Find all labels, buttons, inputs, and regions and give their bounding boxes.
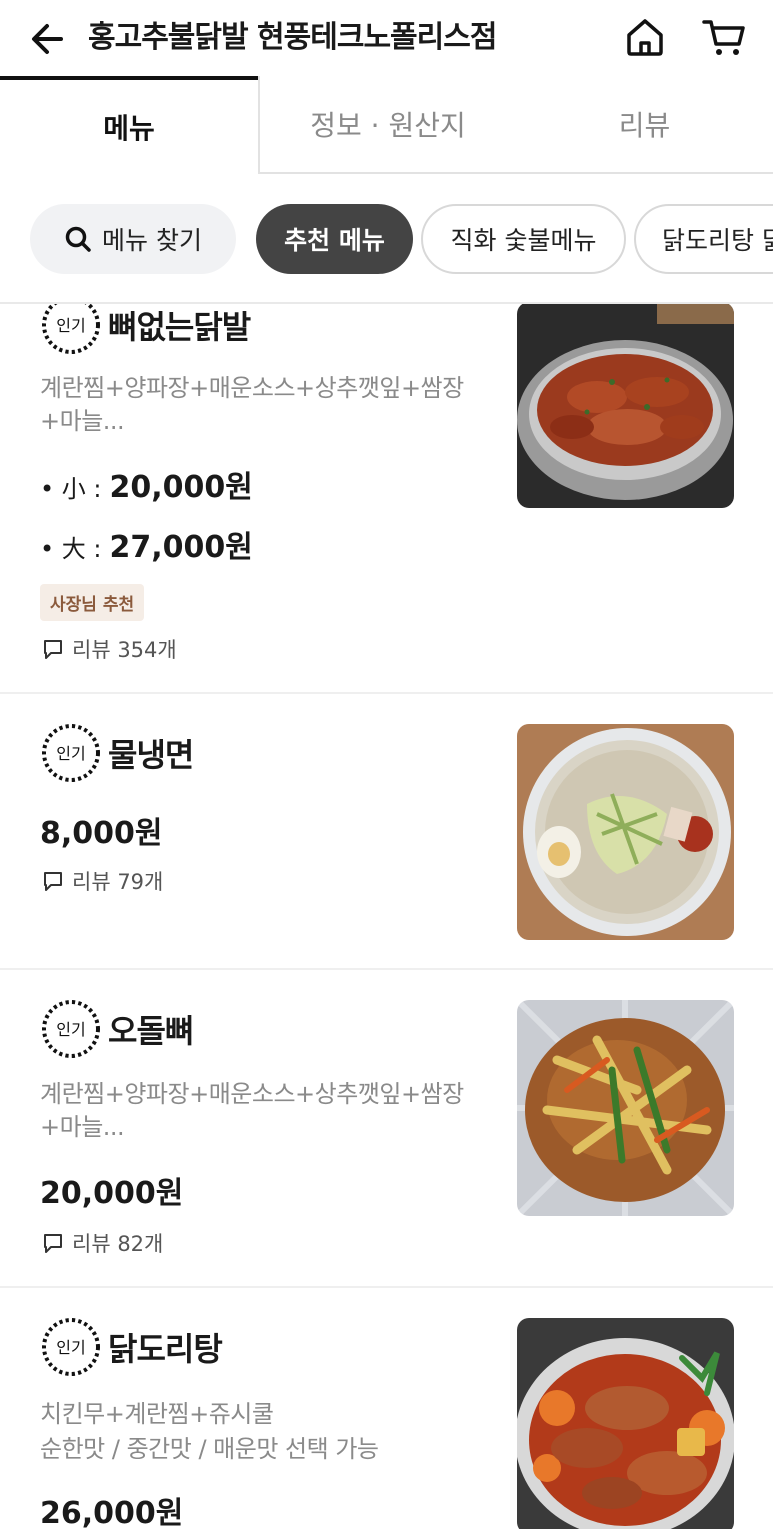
review-count: 리뷰 82개 — [42, 1228, 163, 1258]
item-description-line-1: 치킨무+계란찜+쥬시쿨 — [40, 1400, 274, 1428]
item-name: 물냉면 — [108, 736, 194, 774]
menu-search-label: 메뉴 찾기 — [102, 226, 202, 255]
review-count-label: 리뷰 79개 — [72, 870, 164, 894]
review-count-label: 리뷰 82개 — [72, 1232, 164, 1256]
food-image-naengmyeon — [517, 724, 734, 940]
chip-charcoal-menu[interactable]: 직화 숯불메뉴 — [421, 204, 626, 274]
speech-bubble-icon — [44, 872, 62, 891]
app-header: 홍고추불닭발 현풍테크노폴리스점 — [0, 0, 773, 76]
tab-review[interactable]: 리뷰 — [516, 76, 773, 174]
price-large: • 大 : 27,000원 — [40, 522, 253, 566]
popular-badge-icon: 인기 — [42, 1000, 100, 1058]
price-large-label: • 大 : — [40, 535, 102, 563]
speech-bubble-icon — [44, 1234, 62, 1253]
back-button[interactable] — [28, 18, 70, 60]
svg-text:인기: 인기 — [56, 1020, 85, 1039]
review-count: 리뷰 79개 — [42, 866, 163, 896]
item-name: 닭도리탕 — [108, 1330, 223, 1368]
menu-item-naengmyeon[interactable]: 인기 물냉면 8,000원 리뷰 79개 — [0, 694, 773, 970]
speech-bubble-icon — [44, 640, 62, 659]
food-image-dakdoritang — [517, 1318, 734, 1529]
owner-recommend-badge: 사장님 추천 — [40, 584, 145, 621]
svg-text:인기: 인기 — [56, 316, 85, 335]
svg-text:인기: 인기 — [56, 1338, 85, 1357]
price-small: • 小 : 20,000원 — [40, 462, 253, 506]
item-description: 계란찜+양파장+매운소스+상추깻잎+쌈장+마늘... — [40, 1080, 464, 1141]
store-title: 홍고추불닭발 현풍테크노폴리스점 — [88, 20, 497, 55]
menu-search-button[interactable]: 메뉴 찾기 — [30, 204, 236, 274]
menu-list: 인기 뼈없는닭발 계란찜+양파장+매운소스+상추깻잎+쌈장+마늘... • 小 … — [0, 304, 773, 1529]
item-description-line-2: 순한맛 / 중간맛 / 매운맛 선택 가능 — [40, 1435, 379, 1463]
item-price: 26,000원 — [40, 1496, 184, 1529]
menu-item-odolppyeo[interactable]: 인기 오돌뼈 계란찜+양파장+매운소스+상추깻잎+쌈장+마늘... 20,000… — [0, 970, 773, 1288]
review-count-label: 리뷰 354개 — [72, 638, 177, 662]
store-tabs: 메뉴 정보 · 원산지 리뷰 — [0, 76, 773, 174]
popular-badge-icon: 인기 — [42, 304, 100, 354]
item-name-row: 인기 물냉면 — [40, 722, 194, 784]
category-chips: 메뉴 찾기 추천 메뉴 직화 숯불메뉴 닭도리탕 닭 — [0, 174, 773, 304]
chip-dakdoritang[interactable]: 닭도리탕 닭 — [634, 204, 773, 274]
popular-badge-icon: 인기 — [42, 1318, 100, 1376]
tab-info-origin[interactable]: 정보 · 원산지 — [258, 76, 516, 174]
price-small-value: 20,000원 — [109, 470, 253, 505]
item-name: 뼈없는닭발 — [108, 308, 251, 346]
menu-item-boneless-feet[interactable]: 인기 뼈없는닭발 계란찜+양파장+매운소스+상추깻잎+쌈장+마늘... • 小 … — [0, 304, 773, 694]
cart-icon — [702, 20, 745, 55]
item-name: 오돌뼈 — [108, 1012, 194, 1050]
item-name-row: 인기 닭도리탕 — [40, 1316, 223, 1378]
svg-text:인기: 인기 — [56, 744, 85, 763]
item-name-row: 인기 오돌뼈 — [40, 998, 194, 1060]
price-large-value: 27,000원 — [109, 530, 253, 565]
menu-item-dakdoritang[interactable]: 인기 닭도리탕 치킨무+계란찜+쥬시쿨 순한맛 / 중간맛 / 매운맛 선택 가… — [0, 1288, 773, 1529]
price-small-label: • 小 : — [40, 475, 102, 503]
popular-badge-icon: 인기 — [42, 724, 100, 782]
cart-button[interactable] — [700, 14, 748, 60]
review-count: 리뷰 354개 — [42, 634, 177, 664]
item-description: 계란찜+양파장+매운소스+상추깻잎+쌈장+마늘... — [40, 374, 464, 435]
chip-recommended-menu[interactable]: 추천 메뉴 — [256, 204, 413, 274]
item-price: 20,000원 — [40, 1176, 184, 1211]
home-icon — [627, 19, 663, 56]
arrow-left-icon — [32, 24, 63, 54]
food-image-boneless-feet — [517, 304, 734, 508]
home-button[interactable] — [622, 14, 668, 60]
item-name-row: 인기 뼈없는닭발 — [40, 304, 251, 356]
search-icon — [65, 226, 91, 252]
tab-menu[interactable]: 메뉴 — [0, 76, 258, 174]
item-price: 8,000원 — [40, 816, 163, 851]
food-image-odolppyeo — [517, 1000, 734, 1216]
